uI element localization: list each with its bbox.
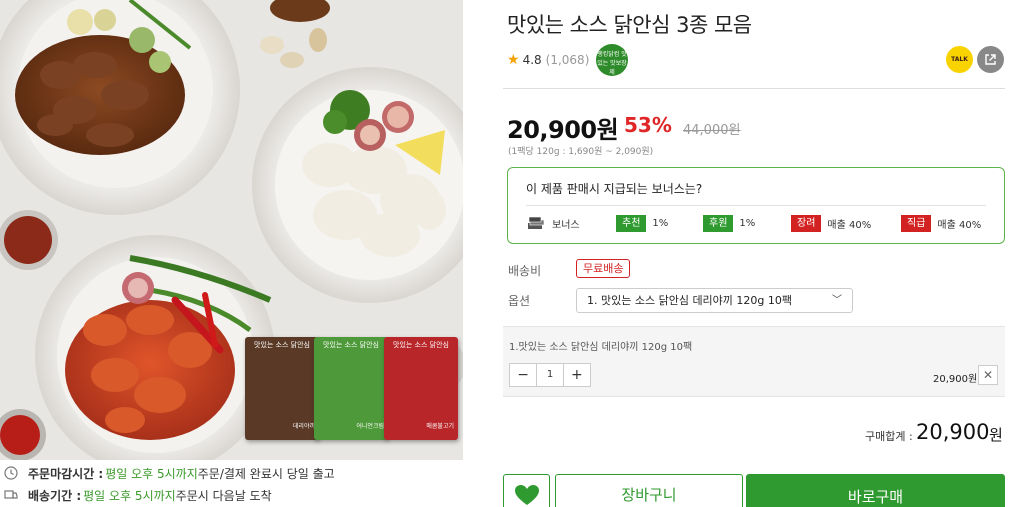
package-title: 맛있는 소스 닭안심 [323,341,379,349]
package-title: 맛있는 소스 닭안심 [254,341,310,349]
package-name: 어니언크림 [356,423,384,430]
product-title: 맛있는 소스 닭안심 3종 모음 [507,13,752,37]
chevron-down-icon: ﹀ [832,295,842,306]
discount-rate: 53% [624,113,672,137]
total-currency: 원 [989,426,1003,444]
external-link-icon [985,54,996,65]
package-name: 매콤불고기 [426,423,454,430]
order-deadline-highlight: 평일 오후 5시까지 [105,466,198,481]
bonus-value-sponsor: 1% [739,218,756,229]
quantity-decrease-button[interactable]: − [510,364,536,386]
delivery-period-highlight: 평일 오후 5시까지 [83,488,176,503]
sale-price: 20,900원 [507,116,619,144]
bonus-tag-encourage: 장려 [791,215,822,232]
bonus-recommend: 추천 1% [616,215,668,232]
total-price: 20,900 [916,420,990,444]
order-deadline-row: 주문마감시간 : 평일 오후 5시까지 주문/결제 완료시 당일 출고 [0,462,470,484]
total-label: 구매합계 : [865,430,913,443]
delivery-info: 주문마감시간 : 평일 오후 5시까지 주문/결제 완료시 당일 출고 배송기간… [0,462,470,506]
heart-icon [515,485,539,505]
star-icon: ★ [507,52,520,68]
order-deadline-text: 주문/결제 완료시 당일 출고 [197,466,335,481]
package-onion-cream: 맛있는 소스 닭안심 어니언크림 [314,337,388,440]
rating-value: 4.8 [522,53,542,67]
delivery-period-row: 배송기간 : 평일 오후 5시까지 주문시 다음날 도착 [0,484,470,506]
selected-option-price: 20,900원 [933,374,978,385]
bonus-sponsor: 후원 1% [703,215,755,232]
quantity-input[interactable]: 1 [536,364,564,386]
cash-stack-icon [528,216,545,229]
buy-now-button[interactable]: 바로구매 [746,474,1005,507]
option-selected-value: 1. 맛있는 소스 닭안심 데리야끼 120g 10팩 [587,294,793,307]
bonus-tag-sponsor: 후원 [703,215,734,232]
product-info-panel: 맛있는 소스 닭안심 3종 모음 ★ 4.8 (1,068) 랭킹닭컴 맛있는 … [503,0,1005,507]
order-deadline-label: 주문마감시간 : [28,466,104,481]
bonus-encourage: 장려 매출 40% [791,215,871,232]
product-image: 맛있는 소스 닭안심 데리야끼 맛있는 소스 닭안심 어니언크림 맛있는 소스 … [0,0,463,460]
option-label: 옵션 [508,294,531,308]
bonus-value-encourage: 매출 40% [827,220,872,231]
bonus-tag-rank: 직급 [901,215,932,232]
share-button[interactable] [977,46,1004,73]
original-price: 44,000원 [683,123,741,138]
shipping-fee-label: 배송비 [508,264,542,278]
bonus-question: 이 제품 판매시 지급되는 보너스는? [526,182,703,196]
bonus-value-rank: 매출 40% [937,220,982,231]
taste-guarantee-badge: 랭킹닭컴 맛있는 맛보장제 [596,44,628,76]
bonus-label-group: 보너스 [526,215,580,231]
quantity-increase-button[interactable]: + [564,364,590,386]
divider [503,88,1005,89]
remove-option-button[interactable]: ✕ [978,365,998,385]
delivery-period-text: 주문시 다음날 도착 [175,488,272,503]
clock-icon [4,466,18,480]
bonus-box: 이 제품 판매시 지급되는 보너스는? 보너스 추천 1% 후원 1% 장려 매… [507,167,1005,244]
option-select[interactable]: 1. 맛있는 소스 닭안심 데리야끼 120g 10팩 ﹀ [576,288,853,313]
selected-option-name: 1.맛있는 소스 닭안심 데리야끼 120g 10팩 [509,342,693,353]
package-teriyaki: 맛있는 소스 닭안심 데리야끼 [245,337,319,440]
truck-icon [4,490,18,499]
bonus-value-recommend: 1% [652,218,669,229]
selected-option-box: 1.맛있는 소스 닭안심 데리야끼 120g 10팩 − 1 + 20,900원… [503,326,1005,397]
rating[interactable]: ★ 4.8 (1,068) [507,52,589,68]
wishlist-button[interactable] [503,474,550,507]
quantity-stepper: − 1 + [509,363,591,387]
package-name: 데리야끼 [292,423,315,430]
unit-price: (1팩당 120g : 1,690원 ~ 2,090원) [508,147,654,157]
bonus-rank: 직급 매출 40% [901,215,981,232]
divider [526,205,986,206]
bonus-tag-recommend: 추천 [616,215,647,232]
delivery-period-label: 배송기간 : [28,488,82,503]
add-to-cart-button[interactable]: 장바구니 [555,474,743,507]
package-title: 맛있는 소스 닭안심 [393,341,449,349]
bonus-label: 보너스 [552,219,580,231]
package-spicy-bulgogi: 맛있는 소스 닭안심 매콤불고기 [384,337,458,440]
kakao-talk-share-button[interactable]: TALK [946,46,973,73]
review-count[interactable]: (1,068) [546,53,590,67]
free-shipping-badge: 무료배송 [576,259,631,278]
